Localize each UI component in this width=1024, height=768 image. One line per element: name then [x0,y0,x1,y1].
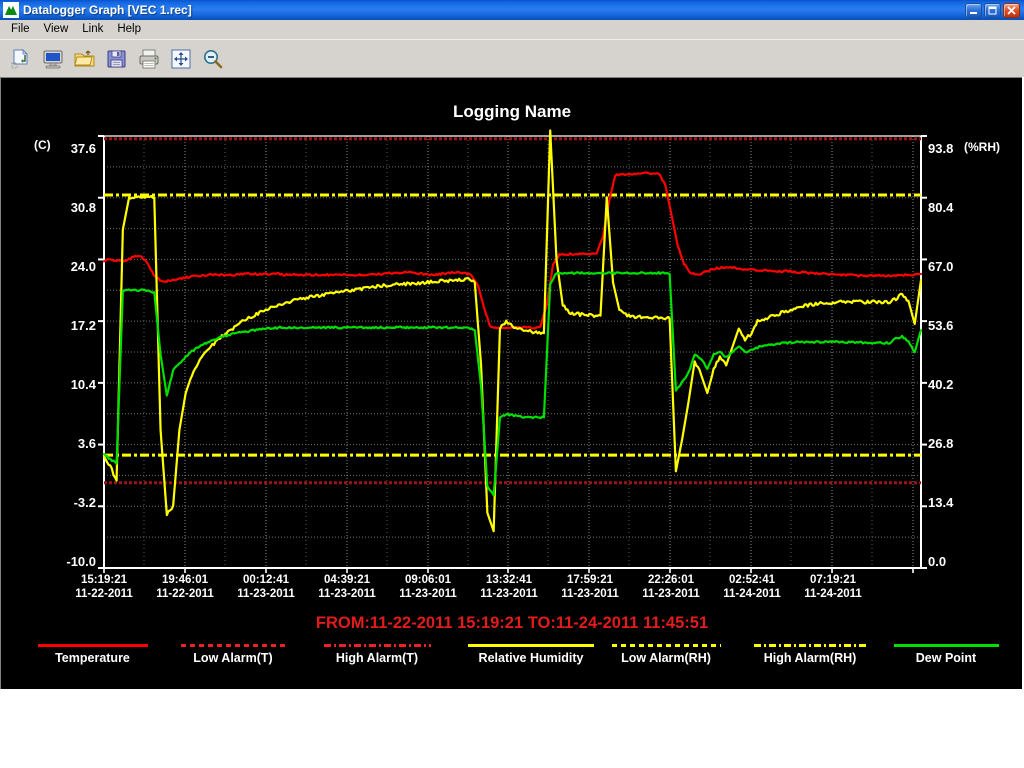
legend-label: High Alarm(T) [335,651,419,665]
horizontal-gridlines [104,166,921,569]
window-controls [965,2,1022,18]
close-button[interactable] [1003,2,1020,18]
legend-label: Relative Humidity [478,651,584,665]
window-titlebar[interactable]: Datalogger Graph [VEC 1.rec] [0,0,1024,20]
legend-swatch [893,644,999,647]
data-series [102,129,923,533]
mountain-logo-icon [3,2,19,18]
graph-canvas[interactable]: Logging Name (C) (%RH) 37.6 30.8 24.0 17… [0,77,1022,689]
menu-bar: File View Link Help [0,20,1024,39]
zoom-fit-icon[interactable] [166,44,196,74]
menu-item-file[interactable]: File [4,21,37,37]
series-path-dew-point [102,271,923,497]
legend-swatch [611,644,721,647]
legend-entry-low-alarm-rh[interactable]: Low Alarm(RH) [609,640,723,665]
menu-item-help[interactable]: Help [110,21,148,37]
maximize-button[interactable] [984,2,1001,18]
alarm-lines [104,137,921,485]
plot-svg [98,129,927,573]
toolbar [0,39,1024,77]
legend-entry-relative-humidity[interactable]: Relative Humidity [465,640,597,665]
legend-entry-temperature[interactable]: Temperature [35,640,150,665]
legend-swatch [468,644,594,647]
legend-entry-high-alarm-t[interactable]: High Alarm(T) [321,640,433,665]
legend-swatch [753,644,867,647]
legend-label: Low Alarm(T) [193,651,273,665]
open-folder-icon[interactable] [70,44,100,74]
legend-entry-high-alarm-rh[interactable]: High Alarm(RH) [751,640,869,665]
legend-label: Dew Point [915,651,977,665]
menu-item-link[interactable]: Link [75,21,110,37]
chart-legend: Temperature Low Alarm(T) High Alarm(T) R… [1,640,1022,680]
legend-label: Low Alarm(RH) [621,651,711,665]
legend-label: Temperature [55,651,130,665]
legend-label: High Alarm(RH) [763,651,857,665]
axis-frame [98,135,927,573]
legend-entry-low-alarm-t[interactable]: Low Alarm(T) [178,640,288,665]
series-path-relative-humidity [102,129,923,533]
minimize-button[interactable] [965,2,982,18]
window-title: Datalogger Graph [VEC 1.rec] [23,3,192,17]
range-label: FROM:11-22-2011 15:19:21 TO:11-24-2011 1… [315,614,709,632]
save-floppy-icon[interactable] [102,44,132,74]
new-file-icon[interactable] [6,44,36,74]
menu-item-view[interactable]: View [37,21,76,37]
legend-swatch [323,644,431,647]
zoom-out-icon[interactable] [198,44,228,74]
monitor-icon[interactable] [38,44,68,74]
legend-swatch [37,644,148,647]
print-icon[interactable] [134,44,164,74]
legend-entry-dew-point[interactable]: Dew Point [891,640,1001,665]
legend-swatch [180,644,286,647]
